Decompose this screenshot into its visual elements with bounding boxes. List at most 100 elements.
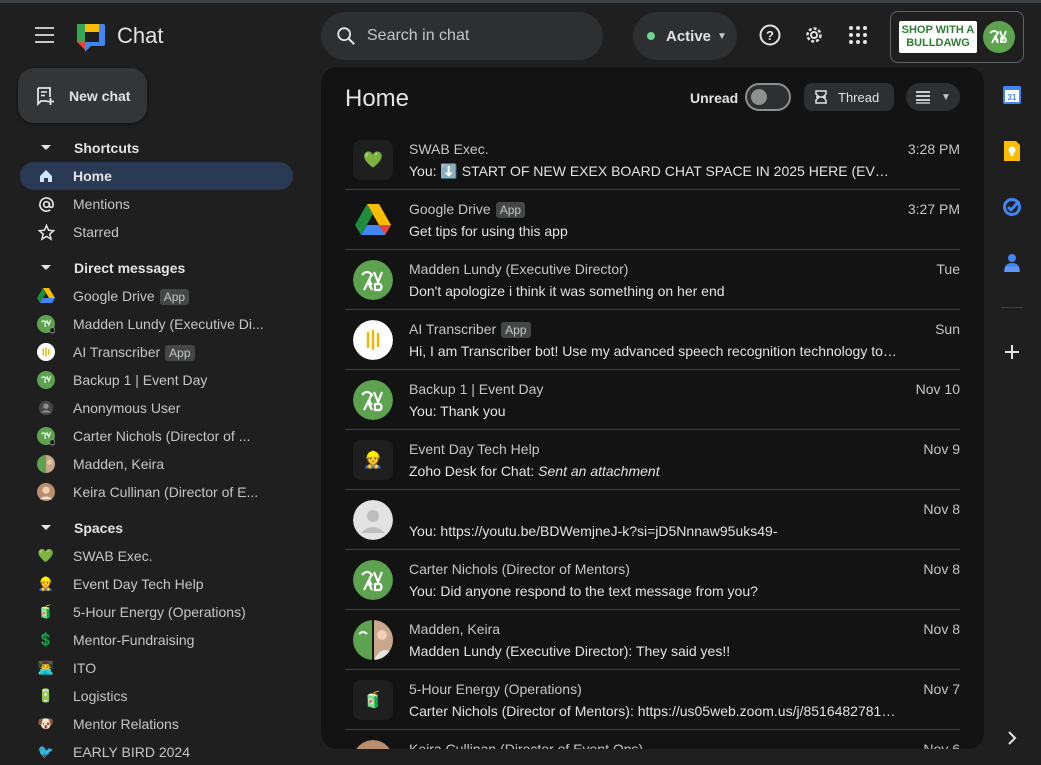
sidebar-item-label: Starred bbox=[73, 224, 119, 240]
space-item[interactable]: 💚 SWAB Exec. bbox=[20, 542, 293, 570]
conversation-row[interactable]: AI Transcriber App Sun Hi, I am Transcriber… bbox=[345, 310, 960, 370]
sidebar-item-label: Backup 1 | Event Day bbox=[73, 372, 208, 388]
conversation-time: Sun bbox=[935, 321, 960, 337]
section-heading: Shortcuts bbox=[74, 140, 140, 156]
account-badge[interactable]: SHOP WITH A BULLDAWG bbox=[890, 11, 1024, 63]
main-menu-icon[interactable] bbox=[24, 21, 64, 51]
sidebar-item-label: AI Transcriber App bbox=[73, 344, 195, 361]
conversation-row[interactable]: Madden, Keira Nov 8 Madden Lundy (Executiv… bbox=[345, 610, 960, 670]
search-bar[interactable] bbox=[321, 12, 603, 60]
conversation-snippet: You: https://youtu.be/BDWemjneJ-k?si=jD5… bbox=[409, 523, 778, 539]
conversation-snippet: Carter Nichols (Director of Mentors): ht… bbox=[409, 703, 897, 719]
space-emoji-icon: 🧃 bbox=[37, 604, 55, 619]
conversation-row[interactable]: Keira Cullinan (Director of Event Ops) No… bbox=[345, 730, 960, 749]
group-avatar bbox=[37, 455, 55, 473]
conversation-row[interactable]: Backup 1 | Event Day Nov 10 You: Thank you bbox=[345, 370, 960, 430]
sidebar-item-label: EARLY BIRD 2024 bbox=[73, 744, 190, 760]
status-dropdown[interactable]: Active ▼ bbox=[633, 12, 737, 60]
conversation-avatar bbox=[353, 320, 393, 360]
space-item[interactable]: 👷 Event Day Tech Help bbox=[20, 570, 293, 598]
dm-madden-keira[interactable]: Madden, Keira bbox=[20, 450, 293, 478]
chevron-down-icon: ▼ bbox=[717, 30, 727, 42]
direct-messages-section-header[interactable]: Direct messages bbox=[20, 254, 302, 282]
conversation-time: Nov 7 bbox=[923, 681, 960, 697]
search-input[interactable] bbox=[367, 27, 587, 45]
conversation-time: Nov 10 bbox=[915, 381, 960, 397]
dm-keira-cullinan[interactable]: Keira Cullinan (Director of E... bbox=[20, 478, 293, 506]
home-panel: Home Unread Thread ▼ 💚 SWAB Exec. 3:28 PM Y… bbox=[321, 67, 984, 749]
keep-icon[interactable] bbox=[1000, 139, 1024, 163]
new-chat-button[interactable]: New chat bbox=[18, 68, 147, 123]
conversation-row[interactable]: 👷 Event Day Tech Help Nov 9 Zoho Desk for C… bbox=[345, 430, 960, 490]
conversation-snippet: You: Did anyone respond to the text mess… bbox=[409, 583, 758, 599]
spaces-section-header[interactable]: Spaces bbox=[20, 514, 302, 542]
dm-backup-event-day[interactable]: Backup 1 | Event Day bbox=[20, 366, 293, 394]
spaces-list: 💚 SWAB Exec. 👷 Event Day Tech Help 🧃 5-Hour E… bbox=[20, 542, 302, 765]
settings-gear-icon[interactable] bbox=[800, 21, 828, 49]
account-avatar bbox=[983, 21, 1015, 53]
conversation-name: Keira Cullinan (Director of Event Ops) bbox=[409, 741, 644, 749]
space-emoji-icon: 💲 bbox=[37, 632, 55, 647]
space-item[interactable]: 🐦 EARLY BIRD 2024 bbox=[20, 738, 293, 765]
conversation-row[interactable]: Nov 8 You: https://youtu.be/BDWemjneJ-k?s… bbox=[345, 490, 960, 550]
section-heading: Spaces bbox=[74, 520, 124, 536]
conversation-avatar bbox=[353, 500, 393, 540]
conversation-row[interactable]: Madden Lundy (Executive Director) Tue Don'… bbox=[345, 250, 960, 310]
conversation-name: Madden Lundy (Executive Director) bbox=[409, 261, 629, 277]
sidebar-item-mentions[interactable]: Mentions bbox=[20, 190, 293, 218]
space-item[interactable]: 🧃 5-Hour Energy (Operations) bbox=[20, 598, 293, 626]
anonymous-avatar bbox=[37, 399, 55, 417]
dm-carter-nichols[interactable]: Carter Nichols (Director of ... bbox=[20, 422, 293, 450]
help-icon[interactable]: ? bbox=[756, 21, 784, 49]
conversation-row[interactable]: Carter Nichols (Director of Mentors) Nov … bbox=[345, 550, 960, 610]
tasks-icon[interactable] bbox=[1000, 195, 1024, 219]
conversation-time: Nov 8 bbox=[923, 561, 960, 577]
shortcuts-section-header[interactable]: Shortcuts bbox=[20, 134, 302, 162]
space-item[interactable]: 👨‍💻 ITO bbox=[20, 654, 293, 682]
conversation-avatar: 🧃 bbox=[353, 680, 393, 720]
conversation-name: Event Day Tech Help bbox=[409, 441, 540, 457]
dm-google-drive[interactable]: Google Drive App bbox=[20, 282, 293, 310]
sidebar-item-label: Mentor Relations bbox=[73, 716, 179, 732]
unread-toggle[interactable] bbox=[745, 83, 791, 111]
view-options-dropdown[interactable]: ▼ bbox=[906, 83, 960, 111]
dm-madden-lundy[interactable]: Madden Lundy (Executive Di... bbox=[20, 310, 293, 338]
conversation-row[interactable]: 💚 SWAB Exec. 3:28 PM You: ⬇️ START OF NEW E… bbox=[345, 130, 960, 190]
thread-filter-button[interactable]: Thread bbox=[804, 83, 894, 111]
sidebar-item-label: 5-Hour Energy (Operations) bbox=[73, 604, 246, 620]
app-tag: App bbox=[501, 322, 531, 338]
sidebar-item-label: Logistics bbox=[73, 688, 128, 704]
sidebar-item-starred[interactable]: Starred bbox=[20, 218, 293, 246]
dm-anonymous-user[interactable]: Anonymous User bbox=[20, 394, 293, 422]
conversation-row[interactable]: 🧃 5-Hour Energy (Operations) Nov 7 Carter N… bbox=[345, 670, 960, 730]
conversation-row[interactable]: Google Drive App 3:27 PM Get tips for using… bbox=[345, 190, 960, 250]
thread-label: Thread bbox=[838, 89, 880, 105]
expand-panel-icon[interactable] bbox=[1000, 726, 1024, 750]
calendar-icon[interactable]: 31 bbox=[1000, 83, 1024, 107]
at-icon bbox=[37, 195, 55, 213]
sidebar-item-label: Event Day Tech Help bbox=[73, 576, 204, 592]
dm-ai-transcriber[interactable]: AI Transcriber App bbox=[20, 338, 293, 366]
new-chat-label: New chat bbox=[69, 87, 131, 104]
space-item[interactable]: 💲 Mentor-Fundraising bbox=[20, 626, 293, 654]
person-avatar bbox=[37, 483, 55, 501]
sidebar-item-home[interactable]: Home bbox=[20, 162, 293, 190]
contacts-icon[interactable] bbox=[1000, 251, 1024, 275]
space-emoji-icon: 🐶 bbox=[37, 716, 55, 731]
space-emoji-icon: 💚 bbox=[37, 548, 55, 563]
app-tag: App bbox=[165, 344, 195, 361]
space-item[interactable]: 🐶 Mentor Relations bbox=[20, 710, 293, 738]
space-item[interactable]: 🔋 Logistics bbox=[20, 682, 293, 710]
sidebar: Shortcuts Home Mentions Starred Direct m… bbox=[20, 134, 302, 765]
space-emoji-icon: 🐦 bbox=[37, 744, 55, 759]
rail-divider bbox=[1001, 307, 1023, 308]
unread-label: Unread bbox=[690, 90, 739, 106]
home-icon bbox=[37, 167, 55, 185]
conversation-snippet: Don't apologize i think it was something… bbox=[409, 283, 725, 299]
toggle-knob bbox=[751, 89, 767, 105]
add-icon[interactable] bbox=[1000, 340, 1024, 364]
app-title: Chat bbox=[117, 23, 164, 48]
apps-grid-icon[interactable] bbox=[844, 21, 872, 49]
sidebar-item-label: Home bbox=[73, 168, 112, 184]
conversation-avatar bbox=[353, 260, 393, 300]
